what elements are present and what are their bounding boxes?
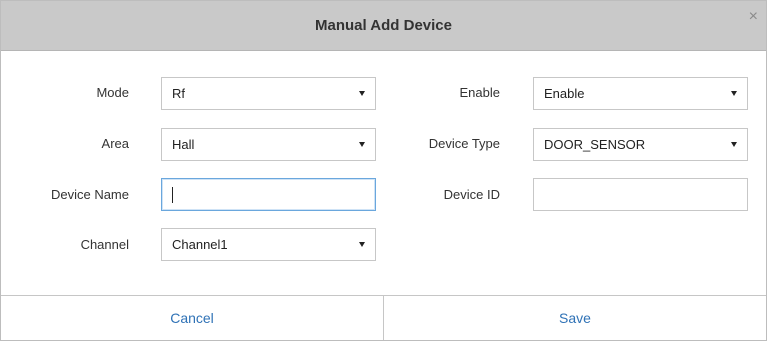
chevron-down-icon [731,142,737,147]
channel-label: Channel [80,237,129,252]
mode-select[interactable]: Rf [161,77,376,110]
device-type-select-value: DOOR_SENSOR [544,137,646,152]
area-select[interactable]: Hall [161,128,376,161]
close-icon[interactable]: × [749,9,758,25]
manual-add-device-dialog: Manual Add Device × Mode Rf Enable Enabl… [0,0,767,341]
enable-select-value: Enable [544,86,585,101]
device-id-label: Device ID [443,187,500,202]
device-id-input[interactable] [533,178,748,211]
channel-select-value: Channel1 [172,237,228,252]
chevron-down-icon [359,142,365,147]
chevron-down-icon [359,91,365,96]
text-cursor [172,186,173,203]
mode-select-value: Rf [172,86,185,101]
chevron-down-icon [359,242,365,247]
cancel-button[interactable]: Cancel [1,296,383,340]
mode-label: Mode [96,85,129,100]
channel-select[interactable]: Channel1 [161,228,376,261]
chevron-down-icon [731,91,737,96]
dialog-title: Manual Add Device [315,17,452,34]
device-type-select[interactable]: DOOR_SENSOR [533,128,748,161]
dialog-footer: Cancel Save [1,295,766,340]
device-type-label: Device Type [428,136,500,151]
save-button[interactable]: Save [383,296,766,340]
device-name-input[interactable] [161,178,376,211]
area-label: Area [101,136,129,151]
enable-select[interactable]: Enable [533,77,748,110]
enable-label: Enable [459,85,500,100]
device-name-label: Device Name [50,187,129,202]
dialog-titlebar: Manual Add Device × [1,1,766,51]
area-select-value: Hall [172,137,195,152]
